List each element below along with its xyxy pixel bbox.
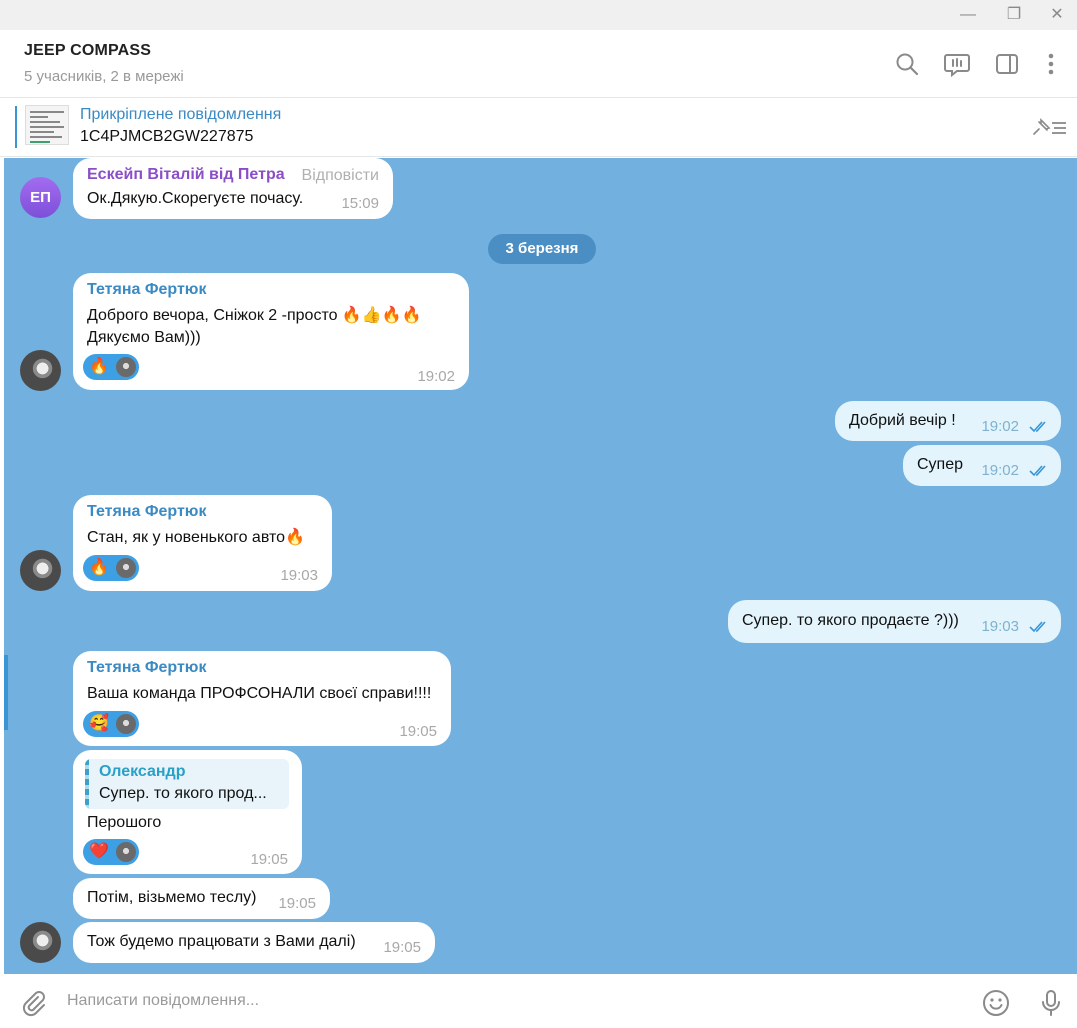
- read-checkmarks-icon: [1029, 465, 1046, 477]
- message-time: 19:03: [981, 618, 1019, 635]
- more-vertical-icon[interactable]: [1037, 50, 1065, 78]
- message-time: 19:05: [399, 723, 437, 740]
- message-time: 15:09: [341, 195, 379, 212]
- sidebar-toggle-icon[interactable]: [993, 50, 1021, 78]
- message-bubble[interactable]: Тетяна Фертюк Доброго вечора, Сніжок 2 -…: [73, 273, 469, 390]
- reaction-badge[interactable]: 🥰: [83, 711, 139, 737]
- pinned-title: Прикріплене повідомлення: [80, 106, 282, 123]
- message-text: Потім, візьмемо теслу): [87, 889, 257, 906]
- avatar[interactable]: [20, 550, 61, 591]
- message-bubble[interactable]: Тетяна Фертюк Стан, як у новенького авто…: [73, 495, 332, 591]
- message-time: 19:02: [417, 368, 455, 385]
- message-text: Перошого: [87, 814, 162, 831]
- date-divider: 3 березня: [488, 234, 596, 264]
- restore-button[interactable]: ❐: [1004, 5, 1024, 25]
- reply-button[interactable]: Відповісти: [302, 167, 379, 185]
- message-text: Ок.Дякую.Скорегуєте почасу.: [87, 190, 304, 207]
- message-bubble[interactable]: Потім, візьмемо теслу) 19:05: [73, 878, 330, 919]
- message-bubble[interactable]: Олександр Супер. то якого прод... Перошо…: [73, 750, 302, 874]
- message-text: Доброго вечора, Сніжок 2 -просто 🔥👍🔥🔥: [87, 307, 422, 324]
- message-text: Добрий вечір !: [849, 412, 956, 429]
- reaction-badge[interactable]: ❤️: [83, 839, 139, 865]
- fire-emoji: 🔥: [89, 559, 109, 576]
- pinned-list-icon[interactable]: [1030, 117, 1068, 139]
- outgoing-message-bubble[interactable]: Супер 19:02: [903, 445, 1061, 486]
- sender-name[interactable]: Тетяна Фертюк: [87, 503, 206, 521]
- read-checkmarks-icon: [1029, 621, 1046, 633]
- message-composer: Написати повідомлення...: [0, 974, 1077, 1028]
- quoted-text: Супер. то якого прод...: [99, 785, 267, 802]
- message-time: 19:03: [280, 567, 318, 584]
- search-icon[interactable]: [893, 50, 921, 78]
- reactor-avatar: [115, 713, 137, 735]
- outgoing-message-bubble[interactable]: Супер. то якого продаєте ?))) 19:03: [728, 600, 1061, 643]
- sender-name[interactable]: Ескейп Віталій від Петра: [87, 166, 285, 184]
- avatar[interactable]: [20, 922, 61, 963]
- microphone-icon[interactable]: [1036, 988, 1066, 1018]
- pinned-document-thumbnail: [25, 105, 69, 145]
- message-text: Супер. то якого продаєте ?))): [742, 612, 959, 629]
- paperclip-icon[interactable]: [18, 988, 48, 1018]
- pinned-message-bar[interactable]: Прикріплене повідомлення 1C4PJMCB2GW2278…: [0, 98, 1077, 157]
- avatar[interactable]: [20, 350, 61, 391]
- message-time: 19:05: [278, 895, 316, 912]
- message-time: 19:05: [383, 939, 421, 956]
- message-time: 19:02: [981, 462, 1019, 479]
- reactor-avatar: [115, 557, 137, 579]
- quote-accent-bar: [85, 759, 89, 809]
- message-input[interactable]: Написати повідомлення...: [67, 992, 259, 1010]
- chat-member-status: 5 учасників, 2 в мережі: [24, 68, 184, 85]
- message-bubble[interactable]: Тож будемо працювати з Вами далі) 19:05: [73, 922, 435, 963]
- message-text: Стан, як у новенького авто🔥: [87, 529, 305, 546]
- message-bubble[interactable]: Ескейп Віталій від Петра Відповісти Ок.Д…: [73, 158, 393, 219]
- reaction-badge[interactable]: 🔥: [83, 555, 139, 581]
- message-time: 19:05: [250, 851, 288, 868]
- pinned-accent-line: [15, 106, 17, 148]
- smiling-hearts-emoji: 🥰: [89, 715, 109, 732]
- quoted-reply[interactable]: Олександр Супер. то якого прод...: [85, 759, 289, 809]
- chat-title[interactable]: JEEP COMPASS: [24, 42, 151, 60]
- reaction-badge[interactable]: 🔥: [83, 354, 139, 380]
- message-text: Тож будемо працювати з Вами далі): [87, 933, 356, 950]
- quoted-sender: Олександр: [99, 763, 186, 780]
- reactor-avatar: [115, 841, 137, 863]
- fire-emoji: 🔥: [89, 358, 109, 375]
- heart-emoji: ❤️: [89, 843, 109, 860]
- sender-name[interactable]: Тетяна Фертюк: [87, 659, 206, 677]
- discussion-icon[interactable]: [943, 50, 971, 78]
- pinned-text: 1C4PJMCB2GW227875: [80, 128, 254, 145]
- message-bubble[interactable]: Тетяна Фертюк Ваша команда ПРОФСОНАЛИ св…: [73, 651, 451, 746]
- scroll-indicator: [4, 655, 8, 730]
- message-area[interactable]: ЕП Ескейп Віталій від Петра Відповісти О…: [4, 158, 1077, 974]
- message-text: Ваша команда ПРОФСОНАЛИ своєї справи!!!!: [87, 685, 432, 702]
- emoji-icon[interactable]: [981, 988, 1011, 1018]
- reactor-avatar: [115, 356, 137, 378]
- close-button[interactable]: ✕: [1047, 5, 1067, 25]
- minimize-button[interactable]: —: [958, 5, 978, 25]
- message-text: Супер: [917, 456, 964, 473]
- message-text: Дякуємо Вам))): [87, 329, 201, 346]
- chat-header: JEEP COMPASS 5 учасників, 2 в мережі: [0, 30, 1077, 98]
- read-checkmarks-icon: [1029, 421, 1046, 433]
- message-time: 19:02: [981, 418, 1019, 435]
- outgoing-message-bubble[interactable]: Добрий вечір ! 19:02: [835, 401, 1061, 441]
- window-titlebar: — ❐ ✕: [0, 0, 1077, 30]
- sender-name[interactable]: Тетяна Фертюк: [87, 281, 206, 299]
- avatar[interactable]: ЕП: [20, 177, 61, 218]
